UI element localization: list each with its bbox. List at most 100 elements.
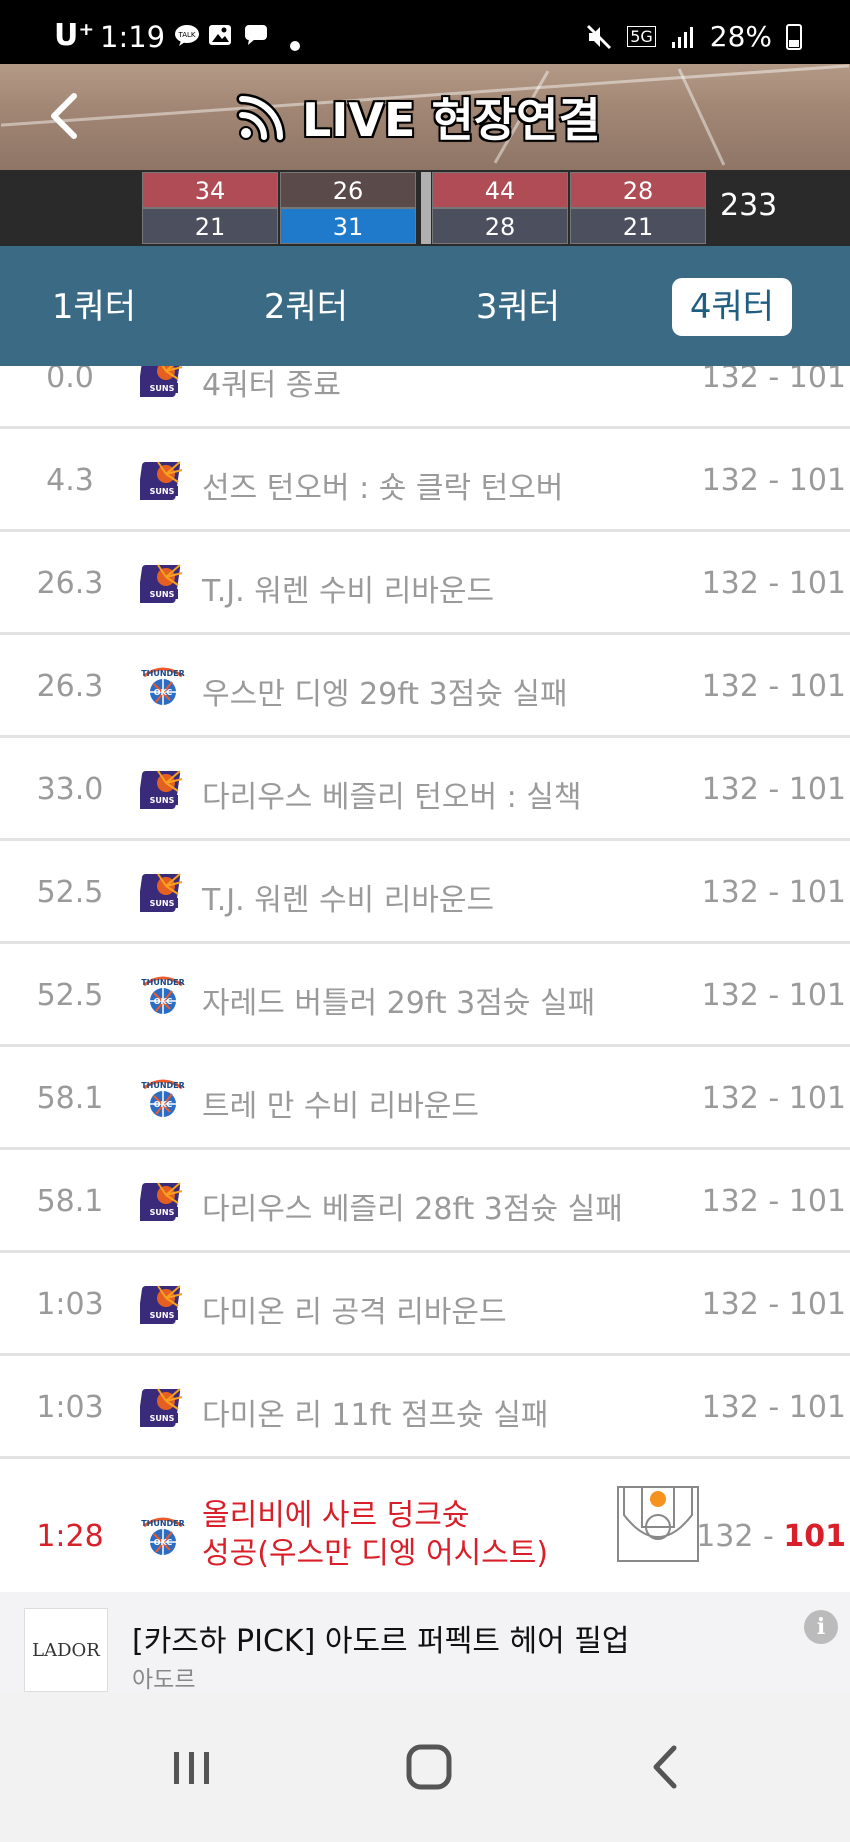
play-score: 132 - 101	[702, 772, 846, 807]
talk-icon: TALK	[174, 24, 200, 51]
home-score: 132	[701, 1184, 759, 1219]
live-feed-icon	[236, 93, 286, 143]
page-title-wrap: LIVE 현장연결	[236, 84, 601, 150]
thunder-logo-icon: THUNDER OKC	[140, 973, 186, 1019]
info-icon[interactable]: i	[804, 1610, 838, 1644]
ad-advertiser: 아도르	[132, 1667, 196, 1693]
away-score: 101	[788, 1081, 846, 1116]
play-description: 다미온 리 11ft 점프슛 실패	[202, 1398, 549, 1433]
score-separator: -	[758, 772, 789, 807]
away-score: 101	[788, 566, 846, 601]
away-score: 101	[788, 669, 846, 704]
back-arrow-icon[interactable]	[40, 88, 96, 144]
ad-title: [카즈하 PICK] 아도르 퍼펙트 헤어 필업	[132, 1624, 630, 1659]
svg-text:SUNS: SUNS	[150, 590, 175, 599]
play-score: 132 - 101	[702, 669, 846, 704]
quarter-score-4: 28 21	[570, 172, 706, 244]
play-description-line: 성공(우스만 디엥 어시스트)	[202, 1536, 549, 1571]
play-score: 132 - 101	[702, 366, 846, 395]
away-score: 101	[788, 1184, 846, 1219]
total-score: 233	[720, 188, 778, 223]
thunder-logo-icon: THUNDER OKC	[140, 1514, 186, 1560]
back-icon[interactable]	[632, 1732, 702, 1802]
play-score: 132 - 101	[702, 463, 846, 498]
play-score: 132 - 101	[702, 875, 846, 910]
clock: 1:19	[100, 20, 166, 54]
svg-text:OKC: OKC	[154, 688, 173, 697]
play-time: 26.3	[36, 566, 104, 601]
away-quarter-score: 21	[570, 208, 706, 244]
quarter-score-strip: 34 21 26 31 44 28 28 21 233	[0, 170, 850, 246]
play-score: 132 - 101	[702, 1081, 846, 1116]
svg-text:SUNS: SUNS	[150, 384, 175, 393]
play-time: 1:28	[36, 1519, 104, 1554]
play-description: 4쿼터 종료	[202, 368, 342, 403]
score-separator: -	[758, 875, 789, 910]
svg-text:OKC: OKC	[154, 997, 173, 1006]
score-separator: -	[758, 1184, 789, 1219]
play-row: 52.5 SUNS T.J. 워렌 수비 리바운드 132 - 101	[0, 841, 850, 944]
svg-text:THUNDER: THUNDER	[141, 669, 185, 678]
home-quarter-score: 28	[570, 172, 706, 208]
recent-apps-icon[interactable]	[156, 1732, 226, 1802]
ad-brand-logo: LADOR	[24, 1608, 108, 1692]
away-score: 101	[783, 1519, 846, 1554]
ad-banner[interactable]: LADOR [카즈하 PICK] 아도르 퍼펙트 헤어 필업 아도르 i	[0, 1592, 850, 1693]
header: LIVE 현장연결	[0, 64, 850, 170]
play-row: 0.0 SUNS 4쿼터 종료 132 - 101	[0, 366, 850, 429]
suns-logo-icon: SUNS	[137, 870, 186, 916]
home-score: 132	[701, 978, 759, 1013]
battery-percent: 28%	[709, 20, 772, 53]
tab-quarter-2[interactable]: 2쿼터	[246, 278, 366, 336]
play-score: 132 - 101	[696, 1519, 846, 1554]
score-separator: -	[758, 566, 789, 601]
home-score: 132	[701, 1287, 759, 1322]
quarter-tabs: 1쿼터 2쿼터 3쿼터 4쿼터	[0, 246, 850, 366]
svg-text:SUNS: SUNS	[150, 1311, 175, 1320]
play-row: 52.5 THUNDER OKC 자레드 버틀러 29ft 3점슛 실패 132 - 1…	[0, 944, 850, 1047]
svg-text:THUNDER: THUNDER	[141, 978, 185, 987]
quarter-score-1: 34 21	[142, 172, 278, 244]
suns-logo-icon: SUNS	[137, 561, 186, 607]
half-divider	[421, 172, 431, 244]
play-time: 0.0	[46, 366, 94, 395]
tab-quarter-4[interactable]: 4쿼터	[672, 278, 792, 336]
score-separator: -	[753, 1519, 784, 1554]
tab-quarter-3[interactable]: 3쿼터	[458, 278, 578, 336]
play-score: 132 - 101	[702, 1287, 846, 1322]
home-score: 132	[701, 1081, 759, 1116]
score-separator: -	[758, 463, 789, 498]
play-time: 33.0	[36, 772, 104, 807]
svg-text:SUNS: SUNS	[150, 487, 175, 496]
play-time: 1:03	[36, 1390, 104, 1425]
network-label: 5G	[627, 26, 656, 47]
thunder-logo-icon: THUNDER OKC	[140, 664, 186, 710]
play-time: 4.3	[46, 463, 94, 498]
play-description: T.J. 워렌 수비 리바운드	[202, 883, 495, 918]
gallery-icon	[208, 24, 232, 51]
home-score: 132	[701, 566, 759, 601]
carrier-label: U⁺	[54, 18, 95, 53]
play-row: 4.3 SUNS 선즈 턴오버 : 숏 클락 턴오버 132 - 101	[0, 429, 850, 532]
shot-chart-mini	[616, 1485, 700, 1563]
away-quarter-score: 31	[280, 208, 416, 244]
suns-logo-icon: SUNS	[137, 1385, 186, 1431]
play-time: 26.3	[36, 669, 104, 704]
play-time: 58.1	[36, 1081, 104, 1116]
play-row: 1:03 SUNS 다미온 리 공격 리바운드 132 - 101	[0, 1253, 850, 1356]
thunder-logo-icon: THUNDER OKC	[140, 1076, 186, 1122]
score-separator: -	[758, 1390, 789, 1425]
play-description: 우스만 디엥 29ft 3점슛 실패	[202, 677, 568, 712]
away-score: 101	[788, 366, 846, 395]
score-separator: -	[758, 366, 789, 395]
play-description-line: 올리비에 사르 덩크슛	[202, 1498, 470, 1533]
tab-quarter-1[interactable]: 1쿼터	[34, 278, 154, 336]
play-score: 132 - 101	[702, 1390, 846, 1425]
play-by-play-list: 0.0 SUNS 4쿼터 종료 132 - 101 4.3 SUNS 선즈 턴오버 : 숏 …	[0, 366, 850, 1592]
home-icon[interactable]	[394, 1732, 464, 1802]
play-description: 다리우스 베즐리 28ft 3점슛 실패	[202, 1192, 623, 1227]
suns-logo-icon: SUNS	[137, 1282, 186, 1328]
svg-text:OKC: OKC	[154, 1100, 173, 1109]
play-description: 올리비에 사르 덩크슛 성공(우스만 디엥 어시스트)	[202, 1497, 548, 1573]
home-quarter-score: 44	[432, 172, 568, 208]
